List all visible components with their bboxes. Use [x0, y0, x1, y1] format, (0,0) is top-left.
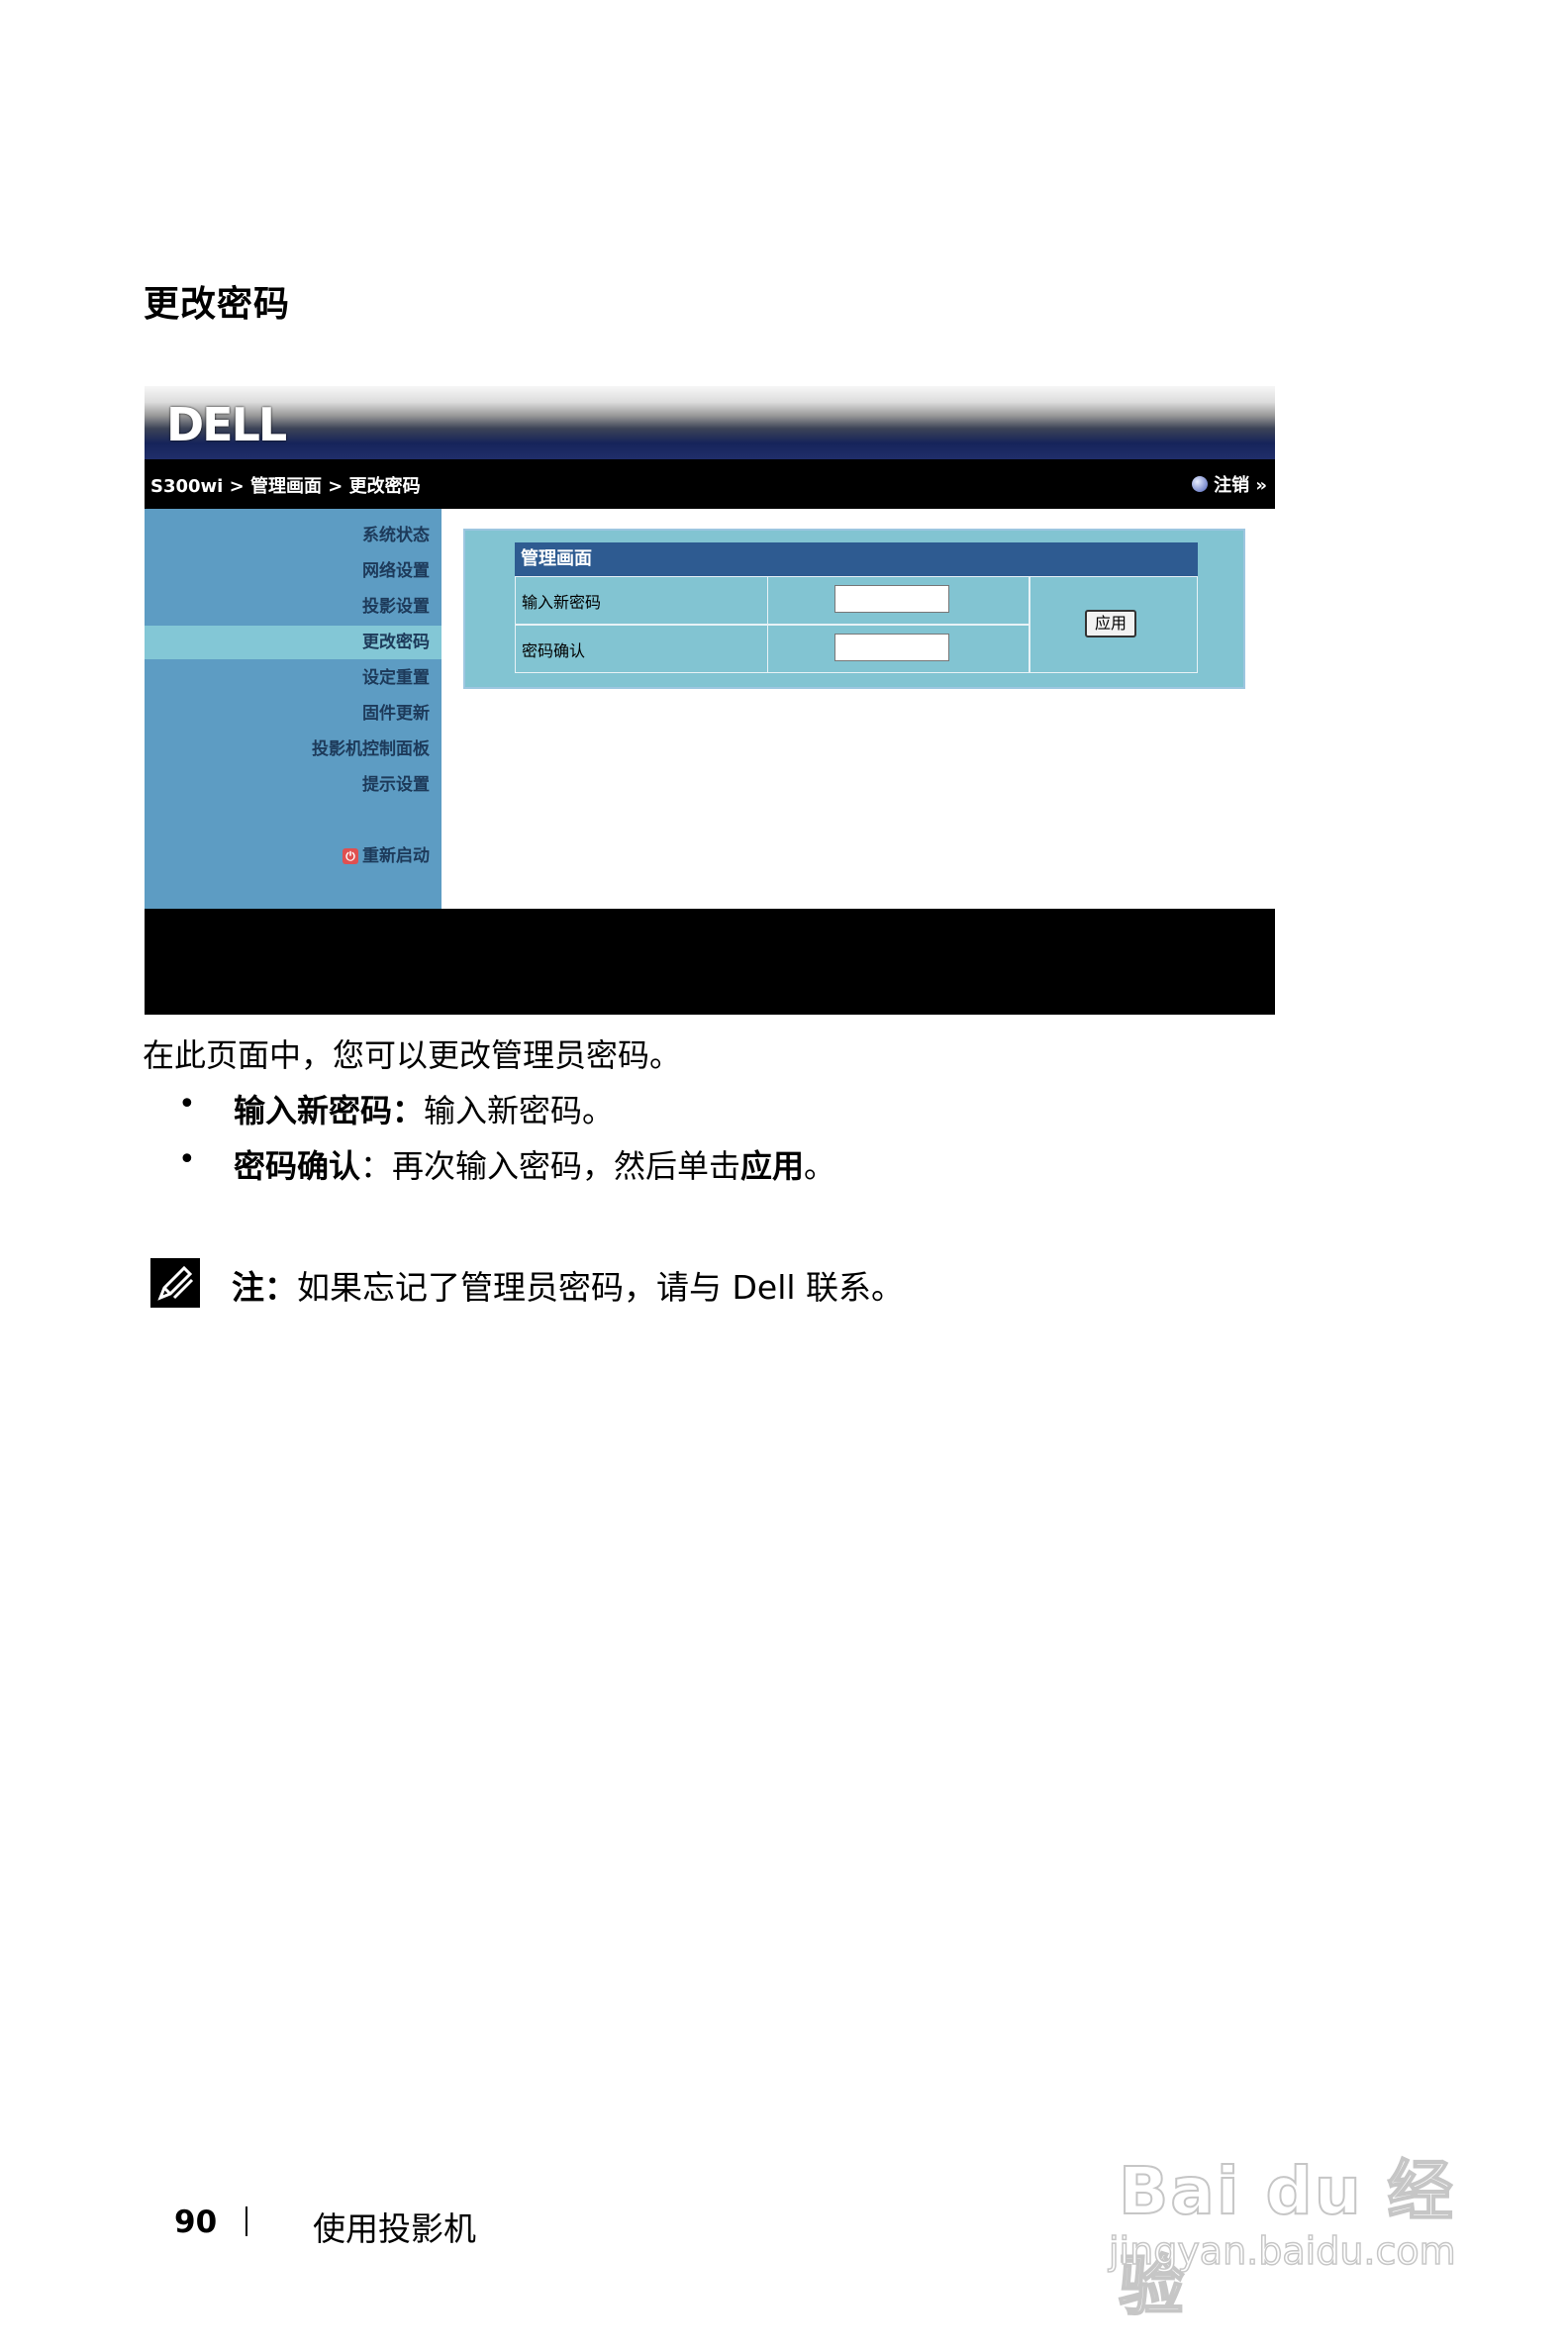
dell-logo: DELL: [166, 398, 287, 451]
confirm-password-label: 密码确认: [522, 641, 586, 660]
note-label: 注：: [232, 1268, 297, 1307]
note-body: 如果忘记了管理员密码，请与 Dell 联系。: [297, 1268, 905, 1307]
bullet-term: 输入新密码：: [234, 1092, 425, 1129]
bullet-marker: •: [178, 1142, 196, 1177]
bullet-text: 输入新密码。: [424, 1092, 615, 1129]
panel-title: 管理画面: [515, 542, 1198, 576]
breadcrumb: S300wi > 管理画面 > 更改密码: [150, 476, 421, 497]
sidebar-item-change-password[interactable]: 更改密码: [145, 626, 441, 659]
reboot-button[interactable]: ⏻ 重新启动: [145, 839, 441, 873]
confirm-password-row: 密码确认: [515, 625, 1029, 673]
logout-link[interactable]: 注销 »: [1192, 471, 1267, 497]
header-bar: DELL: [145, 386, 1275, 459]
note-pencil-icon: [150, 1258, 200, 1308]
bullet-marker: •: [178, 1087, 196, 1122]
bullet-new-password: 输入新密码：输入新密码。: [234, 1086, 614, 1131]
content-area: 管理画面 输入新密码 密码确认 应用: [441, 509, 1275, 909]
intro-text: 在此页面中，您可以更改管理员密码。: [143, 1036, 682, 1074]
apply-cell: 应用: [1029, 576, 1198, 673]
sidebar-item-network-settings[interactable]: 网络设置: [145, 554, 441, 588]
row-divider: [767, 626, 768, 672]
bullet-tail: 。: [804, 1147, 836, 1185]
confirm-password-input[interactable]: [834, 634, 949, 661]
running-head: 使用投影机: [313, 2209, 476, 2248]
logout-icon: [1192, 476, 1209, 492]
sidebar-item-factory-reset[interactable]: 设定重置: [145, 661, 441, 695]
nav-bar: S300wi > 管理画面 > 更改密码 注销 »: [145, 465, 1275, 501]
watermark-sub: jingyan.baidu.com: [1108, 2228, 1456, 2274]
password-panel: 管理画面 输入新密码 密码确认 应用: [463, 529, 1245, 689]
bullet-confirm-password: 密码确认：再次输入密码，然后单击应用。: [234, 1141, 835, 1187]
sidebar: 系统状态 网络设置 投影设置 更改密码 设定重置 固件更新 投影机控制面板 提示…: [145, 509, 441, 909]
bullet-term: 密码确认: [234, 1147, 361, 1185]
sidebar-item-system-status[interactable]: 系统状态: [145, 519, 441, 552]
logout-label: 注销 »: [1214, 475, 1267, 496]
sidebar-item-projector-settings[interactable]: 投影设置: [145, 590, 441, 624]
baidu-watermark: Bai du 经验 jingyan.baidu.com: [1108, 2118, 1485, 2325]
bullet-text: ：再次输入密码，然后单击: [360, 1147, 741, 1185]
web-ui-screenshot: DELL S300wi > 管理画面 > 更改密码 注销 » 系统状态 网络设置…: [145, 386, 1275, 1015]
bullet-term-apply: 应用: [740, 1147, 805, 1185]
note-text: 注：如果忘记了管理员密码，请与 Dell 联系。: [232, 1261, 904, 1309]
power-icon: ⏻: [343, 848, 358, 864]
footer-separator: [245, 2206, 247, 2236]
new-password-label: 输入新密码: [522, 593, 602, 612]
sidebar-item-control-panel[interactable]: 投影机控制面板: [145, 733, 441, 766]
sidebar-item-alert-settings[interactable]: 提示设置: [145, 768, 441, 802]
sidebar-item-firmware-update[interactable]: 固件更新: [145, 697, 441, 731]
footer-bar: [145, 909, 1275, 1015]
page-number: 90: [174, 2205, 218, 2240]
new-password-row: 输入新密码: [515, 576, 1029, 625]
section-title: 更改密码: [144, 284, 291, 325]
apply-button[interactable]: 应用: [1085, 610, 1136, 637]
reboot-label: 重新启动: [362, 846, 430, 866]
row-divider: [767, 577, 768, 624]
new-password-input[interactable]: [834, 585, 949, 613]
